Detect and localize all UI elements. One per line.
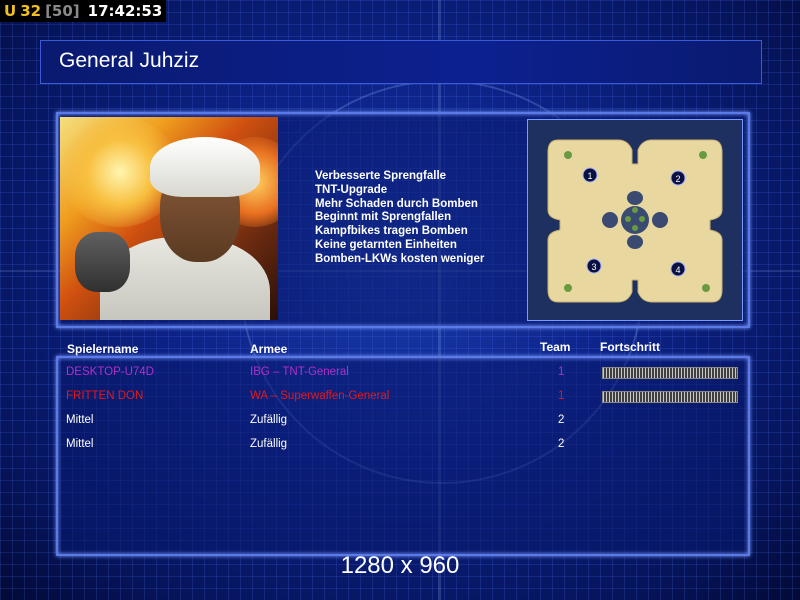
trait-item: TNT-Upgrade bbox=[315, 183, 388, 196]
trait-item: Mehr Schaden durch Bomben bbox=[315, 197, 478, 210]
player-army[interactable]: Zufällig bbox=[250, 438, 287, 450]
player-army[interactable]: WA – Superwaffen-General bbox=[250, 390, 389, 402]
player-count: 32 bbox=[20, 2, 42, 20]
player-team[interactable]: 1 bbox=[558, 366, 564, 378]
trait-item: Beginnt mit Sprengfallen bbox=[315, 211, 452, 224]
player-row[interactable]: DESKTOP-U74D IBG – TNT-General 1 bbox=[66, 366, 756, 388]
player-name: Mittel bbox=[66, 438, 94, 450]
player-row[interactable]: FRITTEN DON WA – Superwaffen-General 1 bbox=[66, 390, 756, 412]
portrait-turban bbox=[150, 137, 260, 197]
player-row[interactable]: Mittel Zufällig 2 bbox=[66, 414, 756, 436]
player-team[interactable]: 2 bbox=[558, 414, 564, 426]
player-progress-bar bbox=[602, 391, 738, 403]
header-progress: Fortschritt bbox=[600, 340, 660, 354]
player-progress-bar bbox=[602, 367, 738, 379]
player-name: FRITTEN DON bbox=[66, 390, 144, 402]
title-bar: General Juhziz bbox=[40, 40, 762, 84]
map-preview: 1 2 3 4 bbox=[527, 119, 743, 321]
general-name-title: General Juhziz bbox=[59, 49, 200, 72]
resolution-label: 1280 x 960 bbox=[340, 552, 460, 579]
trait-item: Kampfbikes tragen Bomben bbox=[315, 225, 468, 238]
clock: 17:42:53 bbox=[87, 2, 163, 20]
trait-item: Verbesserte Sprengfalle bbox=[315, 170, 447, 182]
start-position-3[interactable]: 3 bbox=[591, 262, 596, 272]
player-team[interactable]: 1 bbox=[558, 390, 564, 402]
header-army: Armee bbox=[250, 342, 288, 356]
player-team[interactable]: 2 bbox=[558, 438, 564, 450]
header-team: Team bbox=[540, 340, 571, 354]
general-portrait bbox=[60, 117, 278, 320]
start-position-2[interactable]: 2 bbox=[675, 174, 680, 184]
player-row[interactable]: Mittel Zufällig 2 bbox=[66, 438, 756, 460]
player-army[interactable]: Zufällig bbox=[250, 414, 287, 426]
start-position-1[interactable]: 1 bbox=[587, 171, 592, 181]
player-army[interactable]: IBG – TNT-General bbox=[250, 366, 349, 378]
portrait-fist bbox=[75, 232, 130, 292]
status-prefix: U bbox=[4, 2, 17, 20]
start-position-4[interactable]: 4 bbox=[675, 265, 680, 275]
general-traits-list: Verbesserte Sprengfalle TNT-Upgrade Mehr… bbox=[315, 170, 484, 267]
player-name: Mittel bbox=[66, 414, 94, 426]
header-player-name: Spielername bbox=[67, 342, 139, 356]
trait-item: Bomben-LKWs kosten weniger bbox=[315, 252, 485, 265]
player-max: [50] bbox=[45, 2, 80, 20]
map-preview-svg: 1 2 3 4 bbox=[528, 120, 742, 320]
player-name: DESKTOP-U74D bbox=[66, 366, 154, 378]
trait-item: Keine getarnten Einheiten bbox=[315, 238, 457, 251]
status-bar: U 32 [50] 17:42:53 bbox=[0, 0, 167, 22]
